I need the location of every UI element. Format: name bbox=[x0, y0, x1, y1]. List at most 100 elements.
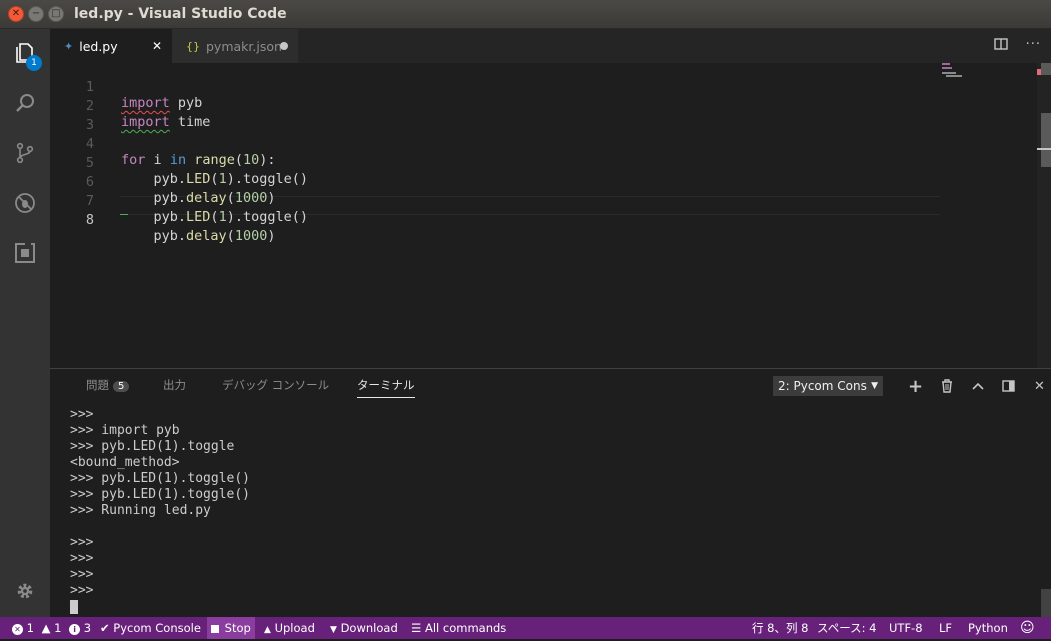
close-panel-button[interactable]: ✕ bbox=[1024, 377, 1051, 395]
kill-terminal-button[interactable] bbox=[931, 377, 962, 395]
more-actions-icon[interactable]: ··· bbox=[1026, 37, 1041, 55]
feedback-button[interactable]: ☺ bbox=[1020, 617, 1035, 639]
explorer-badge: 1 bbox=[26, 55, 42, 71]
unsaved-dot-icon[interactable] bbox=[280, 42, 288, 50]
debug-icon bbox=[15, 193, 35, 213]
python-file-icon: ✦ bbox=[64, 39, 74, 53]
code-line: 8 pyb.delay(1000) bbox=[50, 196, 276, 244]
code-line: 4 for i in range(10): bbox=[50, 120, 276, 168]
tab-pymakr-json[interactable]: {} pymakr.json bbox=[172, 29, 298, 63]
terminal-line: >>> bbox=[70, 551, 94, 566]
terminal-line: <bound_method> bbox=[70, 455, 180, 470]
terminal-line: >>> bbox=[70, 583, 94, 598]
gear-icon bbox=[17, 583, 33, 599]
line-number: 8 bbox=[85, 212, 94, 228]
code-line: 5 pyb.LED(1).toggle() bbox=[50, 139, 308, 187]
source-control-icon bbox=[16, 142, 34, 164]
code-line: 1 import pyb bbox=[50, 63, 202, 111]
search-button[interactable] bbox=[0, 79, 50, 127]
terminal-select[interactable]: 2: Pycom Cons ▼ bbox=[773, 376, 883, 396]
tab-actions: ··· bbox=[993, 37, 1041, 55]
status-bar: ✕ 1 ▲ 1 i 3 ✔ Pycom Console Stop ▲ Uploa… bbox=[0, 617, 1051, 639]
check-icon: ✔ bbox=[100, 621, 110, 635]
list-icon: ☰ bbox=[411, 621, 422, 635]
terminal-line: >>> pyb.LED(1).toggle bbox=[70, 439, 235, 454]
tab-output[interactable]: 出力 bbox=[163, 377, 186, 393]
code-line: 6 pyb.delay(1000) bbox=[50, 158, 276, 206]
trash-icon bbox=[941, 379, 952, 393]
maximize-panel-button[interactable] bbox=[962, 377, 993, 395]
terminal-line: >>> Running led.py bbox=[70, 503, 211, 518]
stop-icon bbox=[211, 624, 219, 633]
end-of-line[interactable]: LF bbox=[939, 617, 952, 639]
plus-icon: + bbox=[907, 375, 924, 397]
debug-button[interactable] bbox=[0, 179, 50, 227]
warning-icon: ▲ bbox=[41, 621, 51, 635]
activity-bar: 1 bbox=[0, 29, 50, 617]
terminal-line: >>> bbox=[70, 407, 94, 422]
code-line: 2 import time bbox=[50, 82, 211, 130]
language-mode[interactable]: Python bbox=[968, 617, 1008, 639]
tab-label: led.py bbox=[79, 38, 118, 54]
chevron-down-icon: ▼ bbox=[871, 381, 878, 391]
editor-vertical-scrollbar[interactable] bbox=[1037, 63, 1051, 368]
download-button[interactable]: ▼ Download bbox=[330, 617, 398, 639]
pycom-console-button[interactable]: ✔ Pycom Console bbox=[100, 617, 201, 639]
info-icon: i bbox=[69, 624, 81, 635]
new-terminal-button[interactable]: + bbox=[900, 375, 931, 397]
json-file-icon: {} bbox=[186, 39, 200, 53]
minimap[interactable] bbox=[940, 63, 1036, 368]
terminal-scrollbar[interactable] bbox=[1041, 589, 1051, 617]
download-icon: ▼ bbox=[330, 625, 337, 635]
problems-status[interactable]: ✕ 1 ▲ 1 i 3 bbox=[12, 617, 91, 639]
tab-label: pymakr.json bbox=[206, 38, 282, 54]
settings-button[interactable] bbox=[0, 567, 50, 615]
search-icon bbox=[16, 94, 34, 112]
terminal-line: >>> pyb.LED(1).toggle() bbox=[70, 471, 251, 486]
title-bar: ✕ − □ led.py - Visual Studio Code bbox=[0, 0, 1051, 29]
encoding[interactable]: UTF-8 bbox=[889, 617, 923, 639]
tab-terminal[interactable]: ターミナル bbox=[357, 377, 415, 398]
terminal-line: >>> import pyb bbox=[70, 423, 180, 438]
terminal-output[interactable]: >>> >>> import pyb >>> pyb.LED(1).toggle… bbox=[70, 407, 250, 615]
all-commands-button[interactable]: ☰ All commands bbox=[411, 617, 506, 639]
window-minimize-button[interactable]: − bbox=[28, 6, 44, 22]
window-controls: ✕ − □ bbox=[8, 6, 64, 22]
stop-button[interactable]: Stop bbox=[207, 617, 255, 639]
source-control-button[interactable] bbox=[0, 129, 50, 177]
chevron-up-icon bbox=[971, 382, 984, 390]
upload-icon: ▲ bbox=[264, 625, 271, 635]
terminal-select-value: 2: Pycom Cons bbox=[778, 379, 867, 393]
terminal-line: >>> bbox=[70, 535, 94, 550]
tab-debug-console[interactable]: デバッグ コンソール bbox=[222, 377, 329, 393]
info-count: 3 bbox=[83, 621, 92, 635]
terminal-line: >>> pyb.LED(1).toggle() bbox=[70, 487, 251, 502]
toggle-panel-position-button[interactable] bbox=[993, 377, 1024, 395]
upload-button[interactable]: ▲ Upload bbox=[264, 617, 315, 639]
close-icon[interactable]: ✕ bbox=[152, 39, 162, 53]
terminal-line: >>> bbox=[70, 567, 94, 582]
tab-problems[interactable]: 問題 5 bbox=[86, 377, 130, 393]
indentation[interactable]: スペース: 4 bbox=[817, 617, 876, 639]
error-count: 1 bbox=[26, 621, 34, 635]
window-title: led.py - Visual Studio Code bbox=[74, 6, 287, 22]
warning-squiggle bbox=[120, 211, 128, 215]
bottom-panel: 問題 5 出力 デバッグ コンソール ターミナル 2: Pycom Cons ▼ … bbox=[50, 368, 1051, 617]
window-maximize-button[interactable]: □ bbox=[48, 6, 64, 22]
code-editor[interactable]: 1 import pyb 2 import time 3 4 for i in … bbox=[50, 63, 1051, 368]
extensions-icon bbox=[15, 243, 35, 263]
explorer-button[interactable]: 1 bbox=[0, 29, 50, 77]
cursor-position[interactable]: 行 8、列 8 bbox=[752, 617, 808, 639]
tab-led-py[interactable]: ✦ led.py ✕ bbox=[50, 29, 172, 63]
smiley-icon: ☺ bbox=[1020, 620, 1035, 636]
editor-tab-bar: ✦ led.py ✕ {} pymakr.json ··· bbox=[50, 29, 1051, 63]
panel-actions: + ✕ bbox=[900, 375, 1051, 397]
close-icon: ✕ bbox=[1034, 378, 1045, 394]
code-line: 3 bbox=[50, 101, 94, 133]
split-editor-icon[interactable] bbox=[993, 37, 1008, 55]
window-close-button[interactable]: ✕ bbox=[8, 6, 24, 22]
extensions-button[interactable] bbox=[0, 229, 50, 277]
problems-badge: 5 bbox=[113, 381, 130, 392]
warning-count: 1 bbox=[54, 621, 62, 635]
